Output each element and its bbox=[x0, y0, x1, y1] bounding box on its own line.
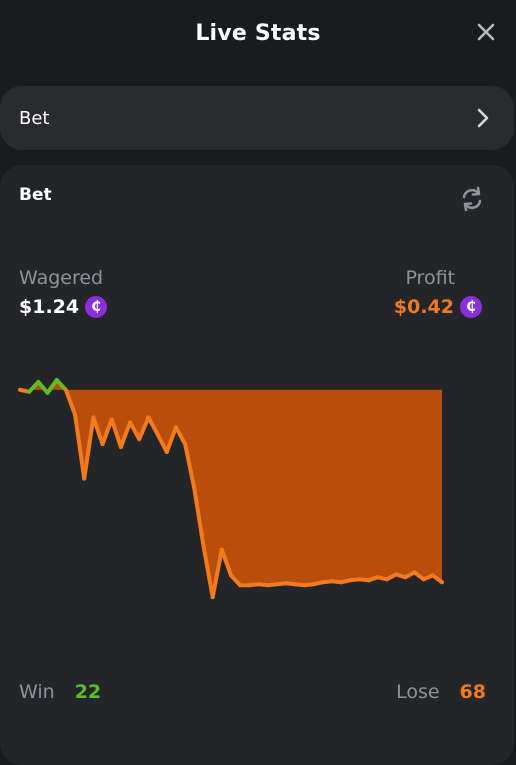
lose-label: Lose bbox=[396, 681, 440, 703]
lose-count: 68 bbox=[459, 681, 486, 703]
wagered-value: $1.24 ₵ bbox=[19, 296, 108, 318]
header: Live Stats bbox=[0, 0, 516, 66]
chevron-right-icon bbox=[477, 108, 489, 128]
close-icon[interactable] bbox=[474, 20, 498, 44]
profit-amount: $0.42 bbox=[393, 296, 454, 318]
win-stat: Win 22 bbox=[19, 681, 101, 703]
stats-type-selector[interactable]: Bet bbox=[0, 86, 514, 150]
win-label: Win bbox=[19, 681, 55, 703]
stats-card: Bet Wagered $1.24 ₵ Profit $0.42 ₵ Win 22… bbox=[0, 165, 514, 765]
chart-area bbox=[20, 379, 442, 598]
coin-icon: ₵ bbox=[85, 296, 108, 318]
page-title: Live Stats bbox=[195, 20, 321, 46]
win-count: 22 bbox=[74, 681, 102, 703]
selector-label: Bet bbox=[19, 107, 50, 129]
card-title: Bet bbox=[19, 185, 52, 205]
wagered-amount: $1.24 bbox=[19, 296, 80, 318]
profit-value: $0.42 ₵ bbox=[394, 296, 482, 318]
win-lose-row: Win 22 Lose 68 bbox=[19, 681, 486, 703]
coin-icon: ₵ bbox=[460, 296, 482, 318]
lose-stat: Lose 68 bbox=[396, 681, 486, 703]
refresh-icon[interactable] bbox=[458, 185, 486, 213]
profit-label: Profit bbox=[405, 267, 455, 289]
profit-chart bbox=[18, 377, 444, 600]
wagered-label: Wagered bbox=[19, 267, 104, 289]
